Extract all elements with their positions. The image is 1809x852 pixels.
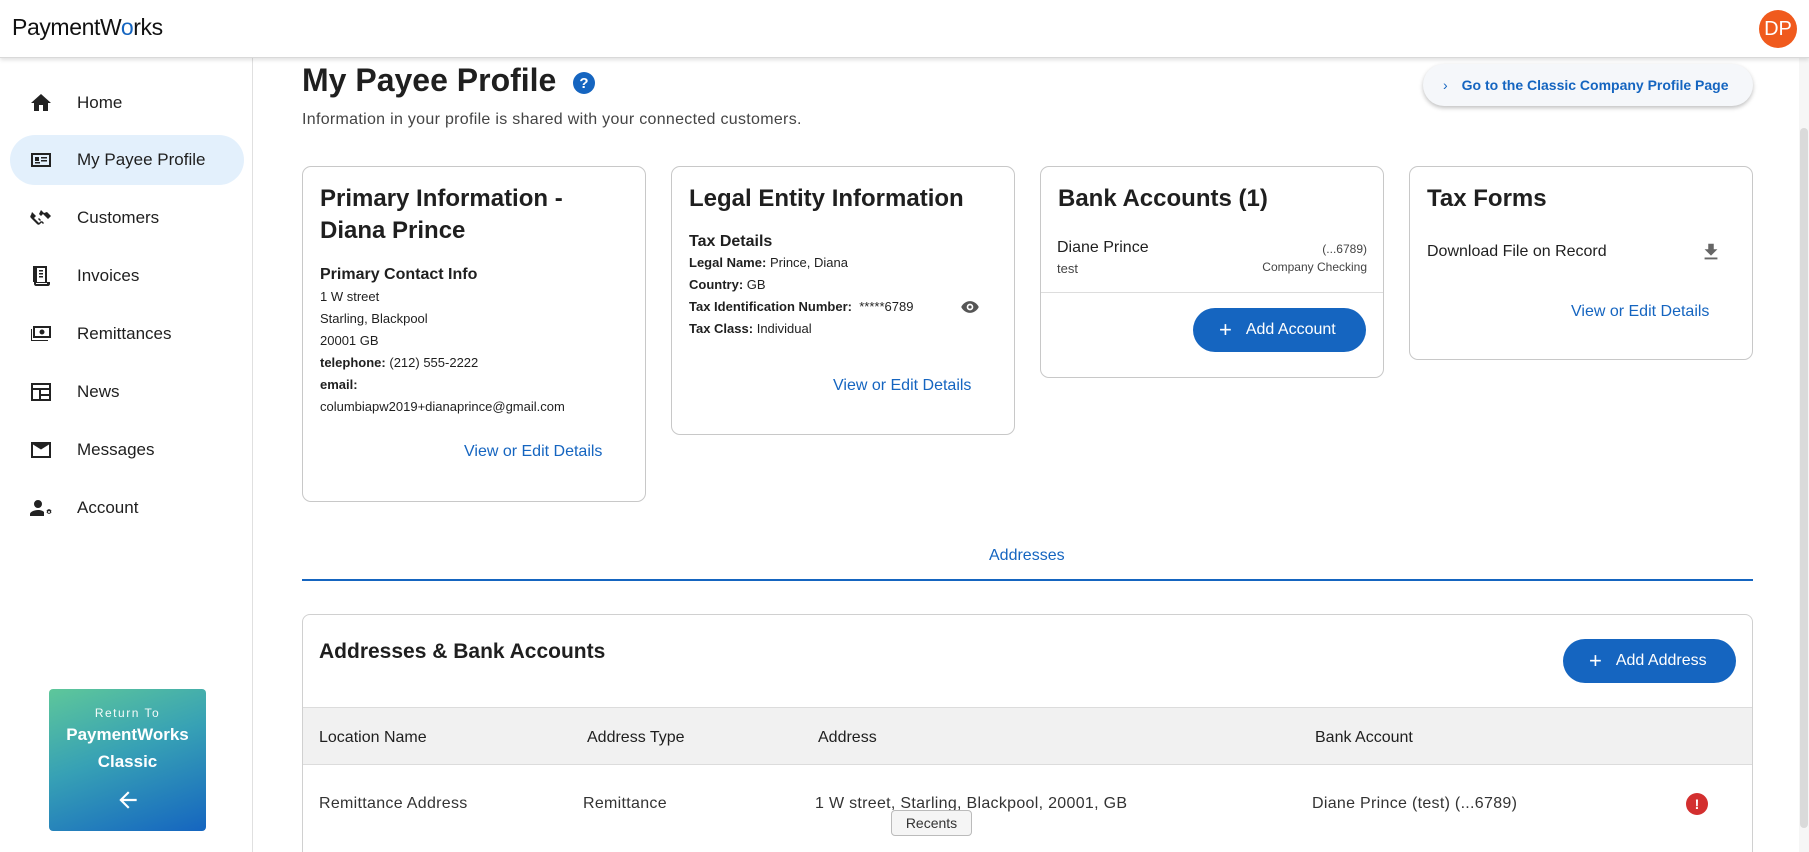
primary-contact-heading: Primary Contact Info [320, 266, 478, 283]
tax-forms-card-title: Tax Forms [1427, 185, 1547, 212]
column-header-bank-account[interactable]: Bank Account [1315, 729, 1413, 747]
tax-forms-card: Tax Forms Download File on Record View o… [1409, 166, 1753, 360]
profile-card-icon [28, 147, 54, 173]
show-tin-eye-icon[interactable] [957, 297, 983, 317]
error-alert-icon[interactable]: ! [1686, 793, 1708, 815]
cell-address-type: Remittance [583, 795, 667, 812]
bank-account-nickname: test [1057, 261, 1078, 276]
tin-line: Tax Identification Number: *****6789 [689, 296, 999, 318]
table-header: Location Name Address Type Address Bank … [303, 707, 1752, 765]
return-to-classic-button[interactable]: Return To PaymentWorks Classic [49, 689, 206, 831]
tab-indicator [302, 579, 1753, 581]
cell-address: 1 W street, Starling, Blackpool, 20001, … [815, 795, 1128, 812]
sidebar-item-label: Invoices [77, 266, 140, 285]
address-line-2: Starling, Blackpool [320, 311, 428, 326]
add-account-label: Add Account [1245, 321, 1336, 338]
add-account-button[interactable]: + Add Account [1193, 308, 1366, 352]
sidebar-item-label: My Payee Profile [77, 150, 206, 169]
bank-account-row[interactable]: Diane Prince test (...6789) Company Chec… [1041, 239, 1383, 293]
bank-card-title: Bank Accounts (1) [1058, 185, 1268, 212]
column-header-address-type[interactable]: Address Type [587, 729, 685, 747]
cell-bank-account: Diane Prince (test) (...6789) [1312, 795, 1518, 812]
address-line-1: 1 W street [320, 289, 380, 304]
addresses-bank-accounts-panel: Addresses & Bank Accounts + Add Address … [302, 614, 1753, 852]
help-icon[interactable]: ? [573, 72, 595, 94]
telephone-line: telephone: (212) 555-2222 [320, 355, 479, 370]
invoice-icon [28, 263, 54, 289]
classic-box-eyebrow: Return To [94, 706, 161, 720]
bank-account-name: Diane Prince [1057, 239, 1149, 256]
page-title: My Payee Profile [302, 62, 557, 98]
arrow-left-icon [115, 787, 141, 813]
classic-profile-link-label: Go to the Classic Company Profile Page [1461, 77, 1729, 93]
add-address-button[interactable]: + Add Address [1563, 639, 1736, 683]
handshake-icon [28, 205, 54, 231]
download-file-label: Download File on Record [1427, 243, 1607, 260]
home-icon [28, 90, 54, 116]
sidebar-item-news[interactable]: News [10, 367, 244, 417]
sidebar-item-my-payee-profile[interactable]: My Payee Profile [10, 135, 244, 185]
addresses-panel-title: Addresses & Bank Accounts [319, 640, 606, 663]
country-line: Country: GB [689, 277, 766, 292]
legal-card-title: Legal Entity Information [689, 185, 964, 212]
sidebar-item-label: Remittances [77, 324, 172, 343]
download-icon[interactable] [1700, 241, 1722, 263]
primary-contact-block: Primary Contact Info 1 W street Starling… [320, 266, 565, 418]
sidebar: Home My Payee Profile Customers Invoices… [0, 58, 253, 852]
classic-profile-link-button[interactable]: › Go to the Classic Company Profile Page [1423, 64, 1753, 106]
email-label: email: [320, 377, 358, 392]
classic-box-line1: PaymentWorks [66, 725, 189, 744]
recents-button[interactable]: Recents [891, 810, 972, 836]
sidebar-item-messages[interactable]: Messages [10, 425, 244, 475]
page-subtitle: Information in your profile is shared wi… [302, 111, 802, 128]
sidebar-item-label: Customers [77, 208, 160, 227]
bank-account-last4: (...6789) [1322, 242, 1367, 256]
primary-card-title: Primary Information - Diana Prince [320, 185, 563, 244]
tab-addresses[interactable]: Addresses [989, 547, 1065, 565]
sidebar-item-label: Home [77, 93, 123, 112]
sidebar-item-account[interactable]: Account [10, 483, 244, 533]
sidebar-item-home[interactable]: Home [10, 78, 244, 128]
paymentworks-logo[interactable]: PaymentWorks [12, 14, 163, 41]
primary-view-edit-link[interactable]: View or Edit Details [464, 443, 602, 461]
sidebar-item-remittances[interactable]: Remittances [10, 309, 244, 359]
tax-details-block: Tax Details Legal Name: Prince, Diana Co… [689, 233, 999, 340]
add-address-label: Add Address [1615, 652, 1707, 669]
email-value: columbiapw2019+dianaprince@gmail.com [320, 399, 565, 414]
scrollbar[interactable] [1799, 58, 1809, 852]
sidebar-item-label: Messages [77, 440, 155, 459]
newspaper-icon [28, 379, 54, 405]
column-header-address[interactable]: Address [818, 729, 877, 747]
legal-name-line: Legal Name: Prince, Diana [689, 255, 848, 270]
legal-view-edit-link[interactable]: View or Edit Details [833, 377, 971, 395]
sidebar-item-label: Account [77, 498, 139, 517]
bank-account-type: Company Checking [1262, 260, 1367, 274]
plus-icon: + [1589, 648, 1602, 673]
plus-icon: + [1219, 317, 1232, 342]
money-icon [28, 321, 54, 347]
address-line-3: 20001 GB [320, 333, 379, 348]
chevron-right-icon: › [1443, 77, 1448, 93]
account-settings-icon [28, 495, 54, 521]
tax-details-heading: Tax Details [689, 233, 773, 250]
sidebar-item-label: News [77, 382, 120, 401]
mail-icon [28, 437, 54, 463]
user-avatar[interactable]: DP [1759, 10, 1797, 48]
tax-class-line: Tax Class: Individual [689, 321, 812, 336]
column-header-location-name[interactable]: Location Name [319, 729, 427, 747]
sidebar-item-invoices[interactable]: Invoices [10, 251, 244, 301]
classic-box-line2: Classic [97, 752, 158, 771]
primary-information-card: Primary Information - Diana Prince Prima… [302, 166, 646, 502]
top-bar: PaymentWorks DP [0, 0, 1809, 58]
legal-entity-card: Legal Entity Information Tax Details Leg… [671, 166, 1015, 435]
cell-location-name: Remittance Address [319, 795, 468, 812]
tax-view-edit-link[interactable]: View or Edit Details [1571, 303, 1709, 321]
bank-accounts-card: Bank Accounts (1) Diane Prince test (...… [1040, 166, 1384, 378]
sidebar-item-customers[interactable]: Customers [10, 193, 244, 243]
scrollbar-thumb[interactable] [1800, 128, 1808, 828]
